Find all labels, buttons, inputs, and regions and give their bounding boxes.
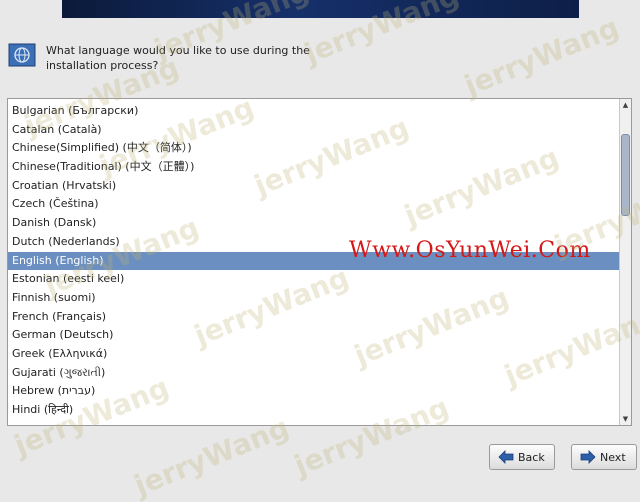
scrollbar-thumb[interactable] — [621, 134, 630, 216]
language-option[interactable]: Greek (Ελληνικά) — [8, 345, 620, 364]
globe-flag-icon — [8, 42, 38, 70]
language-option[interactable]: Czech (Čeština) — [8, 195, 620, 214]
language-option[interactable]: Hebrew (עברית) — [8, 382, 620, 401]
scroll-up-arrow-icon[interactable]: ▲ — [620, 99, 631, 111]
language-option[interactable]: French (Français) — [8, 308, 620, 327]
back-button-label: Back — [518, 450, 545, 464]
language-option[interactable]: Bulgarian (Български) — [8, 102, 620, 121]
language-option[interactable]: Chinese(Simplified) (中文（简体）) — [8, 139, 620, 158]
language-option[interactable]: Catalan (Català) — [8, 121, 620, 140]
language-option[interactable]: Finnish (suomi) — [8, 289, 620, 308]
header-banner — [62, 0, 579, 18]
back-button[interactable]: Back — [489, 444, 555, 470]
scroll-down-arrow-icon[interactable]: ▼ — [620, 413, 631, 425]
left-arrow-icon — [498, 450, 514, 464]
site-watermark: Www.OsYunWei.Com — [349, 238, 591, 263]
question-line-1: What language would you like to use duri… — [46, 44, 310, 57]
right-arrow-icon — [580, 450, 596, 464]
question-line-2: installation process? — [46, 59, 159, 72]
next-button[interactable]: Next — [571, 444, 637, 470]
language-list[interactable]: Bulgarian (Български) Catalan (Català) Chi… — [8, 102, 620, 424]
next-button-label: Next — [600, 450, 626, 464]
language-option[interactable]: German (Deutsch) — [8, 326, 620, 345]
question-row: What language would you like to use duri… — [8, 42, 628, 82]
language-option[interactable]: Estonian (eesti keel) — [8, 270, 620, 289]
language-option[interactable]: Chinese(Traditional) (中文（正體）) — [8, 158, 620, 177]
language-option[interactable]: Gujarati (ગુજરાતી) — [8, 364, 620, 383]
language-option[interactable]: Danish (Dansk) — [8, 214, 620, 233]
language-option[interactable]: Croatian (Hrvatski) — [8, 177, 620, 196]
language-option[interactable]: Hindi (हिन्दी) — [8, 401, 620, 420]
question-text: What language would you like to use duri… — [46, 43, 346, 73]
scrollbar[interactable]: ▲ ▼ — [619, 99, 631, 425]
